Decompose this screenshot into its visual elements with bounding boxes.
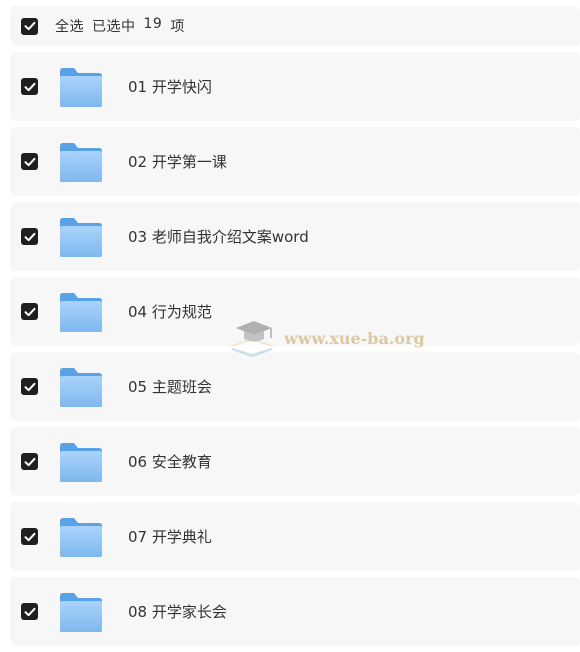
selected-count: 19	[143, 16, 163, 32]
folder-name[interactable]: 08 开学家长会	[128, 601, 227, 622]
folder-row[interactable]: 02 开学第一课	[10, 127, 580, 196]
folder-icon	[60, 217, 102, 257]
folder-name[interactable]: 06 安全教育	[128, 451, 212, 472]
folder-checkbox[interactable]	[21, 378, 38, 395]
folder-name[interactable]: 03 老师自我介绍文案word	[128, 226, 309, 247]
selected-prefix: 已选中	[92, 19, 136, 35]
folder-row[interactable]: 03 老师自我介绍文案word	[10, 202, 580, 271]
selected-suffix: 项	[170, 19, 185, 35]
folder-row[interactable]: 07 开学典礼	[10, 502, 580, 571]
folder-icon	[60, 142, 102, 182]
checkmark-icon	[24, 157, 35, 166]
folder-name[interactable]: 07 开学典礼	[128, 526, 212, 547]
folder-icon	[60, 67, 102, 107]
folder-name[interactable]: 02 开学第一课	[128, 151, 227, 172]
checkmark-icon	[24, 457, 35, 466]
checkmark-icon	[24, 532, 35, 541]
folder-name[interactable]: 01 开学快闪	[128, 76, 212, 97]
select-all-label[interactable]: 全选	[55, 16, 84, 36]
folder-icon	[60, 367, 102, 407]
checkmark-icon	[24, 21, 35, 31]
folder-row[interactable]: 06 安全教育	[10, 427, 580, 496]
checkmark-icon	[24, 232, 35, 241]
folder-row[interactable]: 05 主题班会	[10, 352, 580, 421]
folder-icon	[60, 292, 102, 332]
folder-checkbox[interactable]	[21, 153, 38, 170]
folder-icon	[60, 442, 102, 482]
selection-header: 全选 已选中 19 项	[10, 6, 580, 46]
folder-row[interactable]: 01 开学快闪	[10, 52, 580, 121]
folder-icon	[60, 592, 102, 632]
checkmark-icon	[24, 607, 35, 616]
checkmark-icon	[24, 307, 35, 316]
watermark-text: www.xue-ba.org	[284, 328, 425, 348]
folder-checkbox[interactable]	[21, 78, 38, 95]
selection-summary: 全选 已选中 19 项	[55, 16, 185, 36]
folder-name[interactable]: 05 主题班会	[128, 376, 212, 397]
select-all-checkbox[interactable]	[21, 17, 38, 35]
watermark: www.xue-ba.org	[224, 316, 425, 360]
folder-checkbox[interactable]	[21, 528, 38, 545]
checkmark-icon	[24, 82, 35, 91]
checkmark-icon	[24, 382, 35, 391]
folder-name[interactable]: 04 行为规范	[128, 301, 212, 322]
folder-checkbox[interactable]	[21, 303, 38, 320]
graduation-cap-book-icon	[230, 321, 274, 358]
folder-row[interactable]: 08 开学家长会	[10, 577, 580, 646]
folder-checkbox[interactable]	[21, 228, 38, 245]
folder-icon	[60, 517, 102, 557]
folder-checkbox[interactable]	[21, 603, 38, 620]
folder-checkbox[interactable]	[21, 453, 38, 470]
